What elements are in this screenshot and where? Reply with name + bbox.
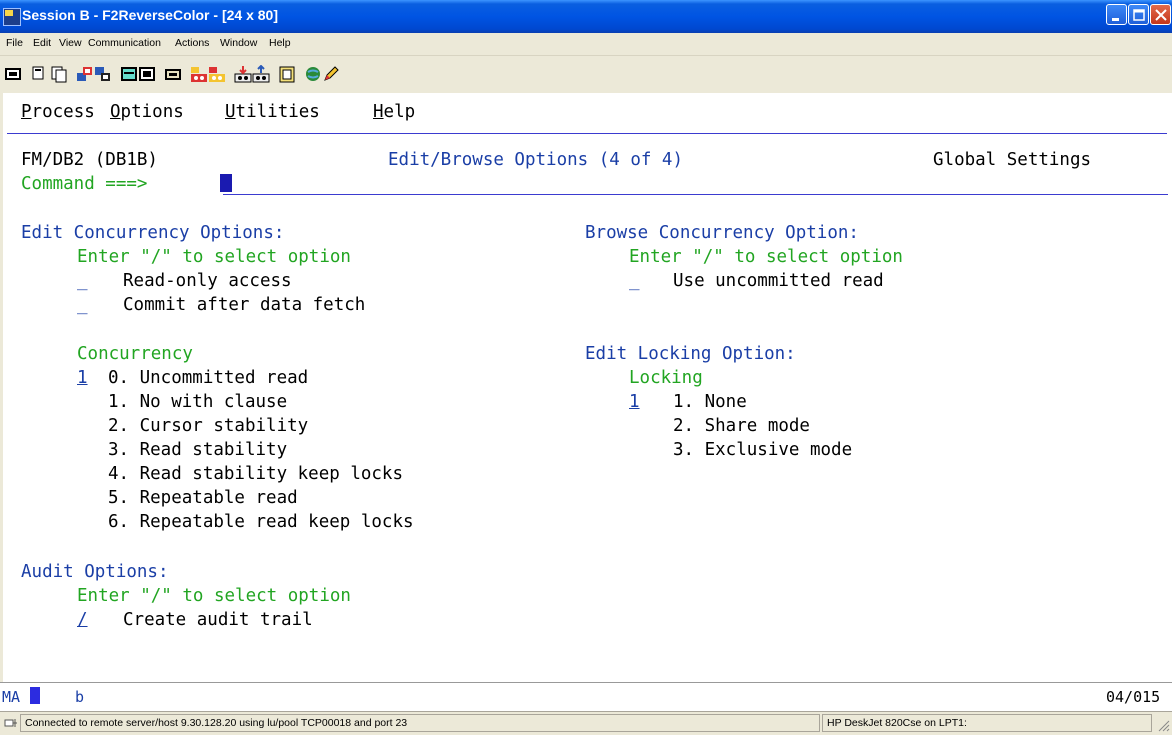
maximize-button[interactable]: [1128, 4, 1149, 25]
close-icon: [1155, 9, 1167, 21]
action-utilities[interactable]: Utilities: [225, 102, 320, 122]
receive-icon[interactable]: [94, 65, 112, 83]
macro-icon[interactable]: [138, 65, 156, 83]
audit-trail-field[interactable]: /: [77, 610, 88, 630]
locking-choice: 1. None: [673, 392, 747, 412]
minimize-icon: [1112, 18, 1119, 21]
readonly-access-field[interactable]: _: [77, 271, 88, 291]
panel-title: Edit/Browse Options (4 of 4): [388, 150, 684, 170]
menu-bar: File Edit View Communication Actions Win…: [0, 33, 1172, 56]
copy-icon[interactable]: [32, 65, 50, 83]
cursor-position: 04/015: [1106, 688, 1161, 706]
action-options[interactable]: Options: [110, 102, 184, 122]
printer-status: HP DeskJet 820Cse on LPT1:: [822, 714, 1152, 732]
connection-status: Connected to remote server/host 9.30.128…: [20, 714, 820, 732]
menu-help[interactable]: Help: [269, 37, 291, 49]
command-underline: [223, 194, 1168, 195]
transfer-send-icon[interactable]: [234, 65, 252, 83]
commit-after-fetch-label: Commit after data fetch: [123, 295, 366, 315]
concurrency-choice: 5. Repeatable read: [108, 488, 298, 508]
concurrency-choice: 4. Read stability keep locks: [108, 464, 404, 484]
close-button[interactable]: [1150, 4, 1171, 25]
scope-label: Global Settings: [933, 150, 1092, 170]
web-icon[interactable]: [304, 65, 322, 83]
edit-concurrency-instruction: Enter "/" to select option: [77, 247, 351, 267]
paste-icon[interactable]: [50, 65, 68, 83]
concurrency-field[interactable]: 1: [77, 368, 88, 388]
edit-locking-heading: Edit Locking Option:: [585, 344, 796, 364]
concurrency-choice: 6. Repeatable read keep locks: [108, 512, 414, 532]
edit-icon[interactable]: [322, 65, 340, 83]
title-bar[interactable]: Session B - F2ReverseColor - [24 x 80]: [0, 0, 1172, 33]
readonly-access-label: Read-only access: [123, 271, 292, 291]
text-cursor: [220, 174, 232, 192]
record-icon[interactable]: [164, 65, 182, 83]
display-icon[interactable]: [4, 65, 22, 83]
locking-subheading: Locking: [629, 368, 703, 388]
window-title: Session B - F2ReverseColor - [24 x 80]: [22, 7, 278, 23]
menu-actions[interactable]: Actions: [175, 37, 209, 49]
commit-after-fetch-field[interactable]: _: [77, 295, 88, 315]
action-process[interactable]: Process: [21, 102, 95, 122]
terminal-screen[interactable]: Process Options Utilities Help FM/DB2 (D…: [0, 93, 1172, 682]
connection-icon: [4, 719, 17, 727]
uncommitted-read-field[interactable]: _: [629, 271, 640, 291]
locking-field[interactable]: 1: [629, 392, 640, 412]
play-macro-icon[interactable]: [190, 65, 208, 83]
toolbar: [0, 56, 1172, 93]
locking-choice: 2. Share mode: [673, 416, 810, 436]
concurrency-choice: 1. No with clause: [108, 392, 288, 412]
resize-grip-icon[interactable]: [1156, 718, 1170, 732]
menu-window[interactable]: Window: [220, 37, 257, 49]
send-icon[interactable]: [76, 65, 94, 83]
transfer-receive-icon[interactable]: [252, 65, 270, 83]
concurrency-choice: 2. Cursor stability: [108, 416, 309, 436]
browse-concurrency-instruction: Enter "/" to select option: [629, 247, 903, 267]
oia-mode: MA: [2, 688, 21, 706]
menu-view[interactable]: View: [59, 37, 82, 49]
uncommitted-read-label: Use uncommitted read: [673, 271, 884, 291]
action-bar-divider: [7, 133, 1167, 134]
locking-choice: 3. Exclusive mode: [673, 440, 853, 460]
audit-trail-label: Create audit trail: [123, 610, 313, 630]
stop-macro-icon[interactable]: [208, 65, 226, 83]
menu-file[interactable]: File: [6, 37, 23, 49]
maximize-icon: [1133, 9, 1145, 21]
keypad-icon[interactable]: [120, 65, 138, 83]
audit-heading: Audit Options:: [21, 562, 169, 582]
session-icon[interactable]: [3, 8, 21, 26]
concurrency-heading: Concurrency: [77, 344, 193, 364]
menu-communication[interactable]: Communication: [88, 37, 161, 49]
minimize-button[interactable]: [1106, 4, 1127, 25]
concurrency-choice: 0. Uncommitted read: [108, 368, 309, 388]
audit-instruction: Enter "/" to select option: [77, 586, 351, 606]
operator-info-area: MA b 04/015: [0, 682, 1172, 711]
oia-indicator: b: [75, 688, 85, 706]
status-bar: Connected to remote server/host 9.30.128…: [0, 711, 1172, 735]
product-label: FM/DB2 (DB1B): [21, 150, 158, 170]
action-help[interactable]: Help: [373, 102, 415, 122]
command-label: Command ===>: [21, 174, 148, 194]
browse-concurrency-heading: Browse Concurrency Option:: [585, 223, 859, 243]
oia-status-block: [30, 687, 40, 704]
concurrency-choice: 3. Read stability: [108, 440, 288, 460]
clipboard-icon[interactable]: [278, 65, 296, 83]
menu-edit[interactable]: Edit: [33, 37, 51, 49]
edit-concurrency-heading: Edit Concurrency Options:: [21, 223, 285, 243]
